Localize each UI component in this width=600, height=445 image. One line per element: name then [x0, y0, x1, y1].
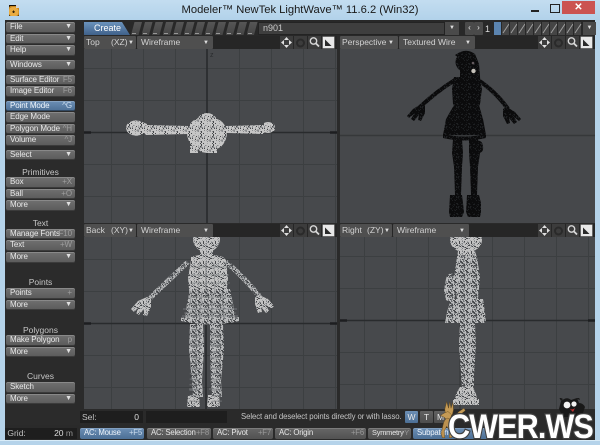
svg-text:CWER.WS: CWER.WS	[448, 408, 593, 443]
svg-text:z: z	[210, 52, 214, 59]
